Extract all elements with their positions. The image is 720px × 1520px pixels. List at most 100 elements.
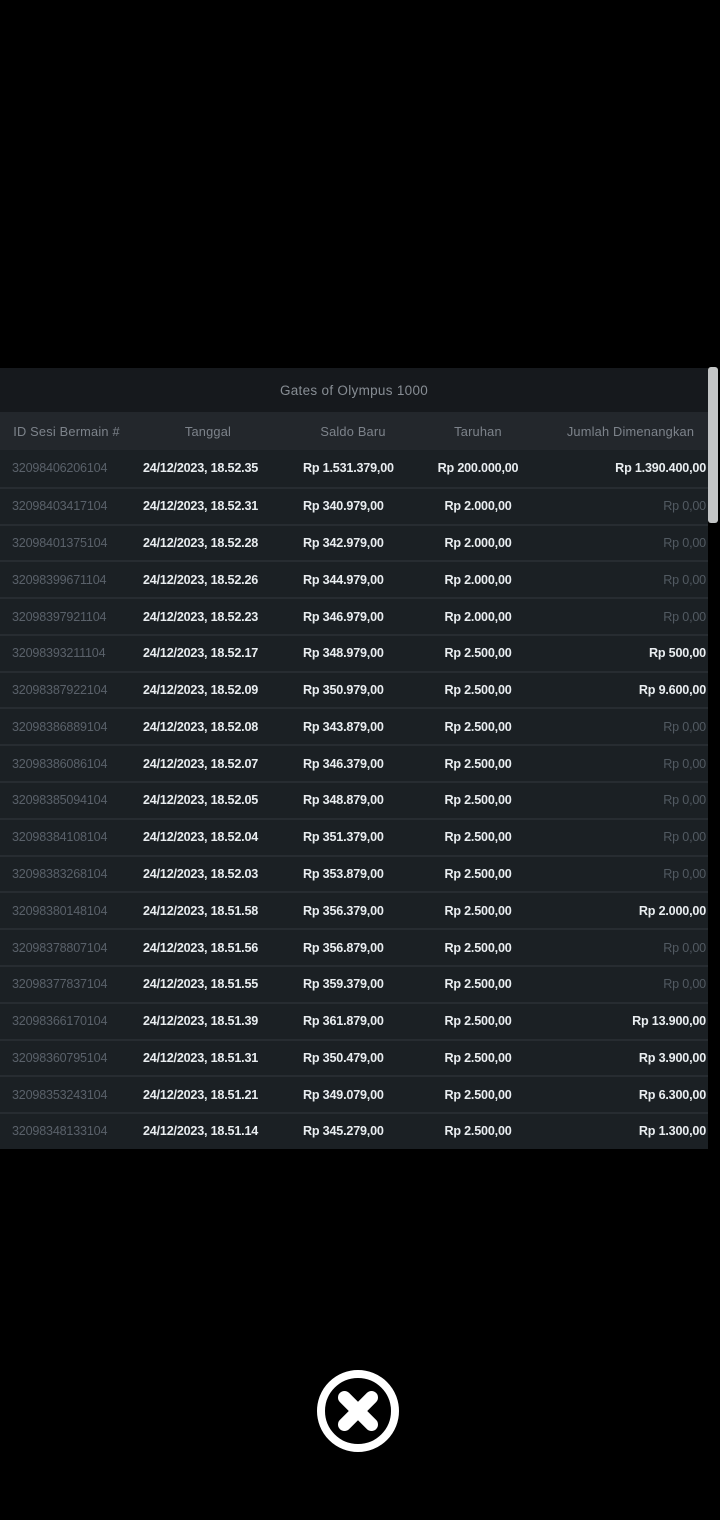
close-button[interactable] xyxy=(316,1369,400,1453)
amount-won-cell: Rp 3.900,00 xyxy=(638,1050,706,1065)
date-cell: 24/12/2023, 18.51.14 xyxy=(143,1124,259,1139)
session-id-cell: 32098383268104 xyxy=(12,866,108,881)
table-row: 32098385094104 24/12/2023, 18.52.05 Rp 3… xyxy=(0,781,708,818)
session-id-cell: 32098348133104 xyxy=(12,1124,108,1139)
bet-cell: Rp 2.500,00 xyxy=(444,940,512,955)
amount-won-cell: Rp 0,00 xyxy=(663,977,706,992)
bet-cell: Rp 2.000,00 xyxy=(444,535,512,550)
amount-won-cell: Rp 500,00 xyxy=(648,646,706,661)
new-balance-cell: Rp 351.379,00 xyxy=(303,830,384,845)
table-row: 32098377837104 24/12/2023, 18.51.55 Rp 3… xyxy=(0,964,708,1002)
session-id-cell: 32098401375104 xyxy=(12,535,108,550)
date-cell: 24/12/2023, 18.52.09 xyxy=(143,683,259,698)
amount-won-cell: Rp 0,00 xyxy=(663,719,706,734)
new-balance-cell: Rp 348.979,00 xyxy=(303,646,384,661)
amount-won-cell: Rp 1.300,00 xyxy=(638,1124,706,1139)
amount-won-cell: Rp 0,00 xyxy=(663,756,706,771)
new-balance-cell: Rp 1.531.379,00 xyxy=(303,461,394,476)
bet-cell: Rp 2.500,00 xyxy=(444,683,512,698)
session-id-cell: 32098386889104 xyxy=(12,719,108,734)
session-id-cell: 32098406206104 xyxy=(12,461,108,476)
date-cell: 24/12/2023, 18.51.56 xyxy=(143,940,259,955)
amount-won-cell: Rp 1.390.400,00 xyxy=(615,461,706,476)
session-id-cell: 32098353243104 xyxy=(12,1087,108,1102)
column-header-bet: Taruhan xyxy=(454,423,502,439)
new-balance-cell: Rp 356.879,00 xyxy=(303,940,384,955)
table-row: 32098386086104 24/12/2023, 18.52.07 Rp 3… xyxy=(0,744,708,782)
table-row: 32098360795104 24/12/2023, 18.51.31 Rp 3… xyxy=(0,1038,708,1076)
new-balance-cell: Rp 350.479,00 xyxy=(303,1050,384,1065)
table-row: 32098386889104 24/12/2023, 18.52.08 Rp 3… xyxy=(0,707,708,745)
table-row: 32098401375104 24/12/2023, 18.52.28 Rp 3… xyxy=(0,523,708,561)
new-balance-cell: Rp 348.879,00 xyxy=(303,793,384,808)
date-cell: 24/12/2023, 18.52.35 xyxy=(143,461,259,476)
new-balance-cell: Rp 344.979,00 xyxy=(303,572,384,587)
column-header-date: Tanggal xyxy=(184,423,232,439)
modal-title: Gates of Olympus 1000 xyxy=(0,368,708,412)
bet-cell: Rp 2.500,00 xyxy=(444,903,512,918)
table-row: 32098406206104 24/12/2023, 18.52.35 Rp 1… xyxy=(0,450,708,487)
new-balance-cell: Rp 345.279,00 xyxy=(303,1124,384,1139)
new-balance-cell: Rp 342.979,00 xyxy=(303,535,384,550)
bet-cell: Rp 2.500,00 xyxy=(444,719,512,734)
new-balance-cell: Rp 353.879,00 xyxy=(303,866,384,881)
bet-cell: Rp 2.000,00 xyxy=(444,499,512,514)
date-cell: 24/12/2023, 18.52.17 xyxy=(143,646,259,661)
table-row: 32098399671104 24/12/2023, 18.52.26 Rp 3… xyxy=(0,560,708,598)
table-header: ID Sesi Bermain # Tanggal Saldo Baru Tar… xyxy=(0,412,708,450)
amount-won-cell: Rp 0,00 xyxy=(663,830,706,845)
date-cell: 24/12/2023, 18.52.31 xyxy=(143,499,259,514)
date-cell: 24/12/2023, 18.52.26 xyxy=(143,572,259,587)
bet-cell: Rp 2.500,00 xyxy=(444,756,512,771)
session-id-cell: 32098397921104 xyxy=(12,609,107,624)
bet-cell: Rp 2.500,00 xyxy=(444,793,512,808)
session-id-cell: 32098360795104 xyxy=(12,1050,108,1065)
date-cell: 24/12/2023, 18.51.55 xyxy=(143,977,259,992)
date-cell: 24/12/2023, 18.52.07 xyxy=(143,756,259,771)
session-id-cell: 32098380148104 xyxy=(12,903,108,918)
new-balance-cell: Rp 356.379,00 xyxy=(303,903,384,918)
date-cell: 24/12/2023, 18.52.05 xyxy=(143,793,259,808)
amount-won-cell: Rp 13.900,00 xyxy=(632,1014,706,1029)
amount-won-cell: Rp 9.600,00 xyxy=(638,683,706,698)
date-cell: 24/12/2023, 18.51.58 xyxy=(143,903,259,918)
session-id-cell: 32098378807104 xyxy=(12,940,108,955)
bet-cell: Rp 2.000,00 xyxy=(444,609,512,624)
bet-cell: Rp 2.000,00 xyxy=(444,572,512,587)
session-id-cell: 32098386086104 xyxy=(12,756,108,771)
date-cell: 24/12/2023, 18.51.31 xyxy=(143,1050,259,1065)
amount-won-cell: Rp 6.300,00 xyxy=(638,1087,706,1102)
column-header-amount-won: Jumlah Dimenangkan xyxy=(566,423,695,439)
bet-cell: Rp 200.000,00 xyxy=(437,461,519,476)
date-cell: 24/12/2023, 18.52.23 xyxy=(143,609,259,624)
amount-won-cell: Rp 0,00 xyxy=(663,535,706,550)
bet-cell: Rp 2.500,00 xyxy=(444,1087,512,1102)
table-row: 32098393211104 24/12/2023, 18.52.17 Rp 3… xyxy=(0,633,708,671)
column-header-session-id: ID Sesi Bermain # xyxy=(13,423,120,439)
new-balance-cell: Rp 346.379,00 xyxy=(303,756,384,771)
date-cell: 24/12/2023, 18.52.04 xyxy=(143,830,259,845)
bet-cell: Rp 2.500,00 xyxy=(444,977,512,992)
table-row: 32098366170104 24/12/2023, 18.51.39 Rp 3… xyxy=(0,1001,708,1039)
amount-won-cell: Rp 0,00 xyxy=(663,572,706,587)
scrollbar-thumb[interactable] xyxy=(708,367,718,523)
session-id-cell: 32098399671104 xyxy=(12,572,107,587)
amount-won-cell: Rp 0,00 xyxy=(663,499,706,514)
amount-won-cell: Rp 0,00 xyxy=(663,866,706,881)
new-balance-cell: Rp 361.879,00 xyxy=(303,1014,384,1029)
amount-won-cell: Rp 2.000,00 xyxy=(638,903,706,918)
table-row: 32098397921104 24/12/2023, 18.52.23 Rp 3… xyxy=(0,597,708,634)
game-history-modal: Gates of Olympus 1000 ID Sesi Bermain # … xyxy=(0,368,708,1149)
table-row: 32098378807104 24/12/2023, 18.51.56 Rp 3… xyxy=(0,928,708,965)
bet-cell: Rp 2.500,00 xyxy=(444,1050,512,1065)
new-balance-cell: Rp 350.979,00 xyxy=(303,683,384,698)
bet-cell: Rp 2.500,00 xyxy=(444,1124,512,1139)
session-id-cell: 32098387922104 xyxy=(12,683,108,698)
table-row: 32098384108104 24/12/2023, 18.52.04 Rp 3… xyxy=(0,817,708,855)
table-row: 32098383268104 24/12/2023, 18.52.03 Rp 3… xyxy=(0,854,708,892)
table-body[interactable]: 32098406206104 24/12/2023, 18.52.35 Rp 1… xyxy=(0,450,708,1149)
bet-cell: Rp 2.500,00 xyxy=(444,866,512,881)
new-balance-cell: Rp 349.079,00 xyxy=(303,1087,384,1102)
amount-won-cell: Rp 0,00 xyxy=(663,793,706,808)
new-balance-cell: Rp 343.879,00 xyxy=(303,719,384,734)
